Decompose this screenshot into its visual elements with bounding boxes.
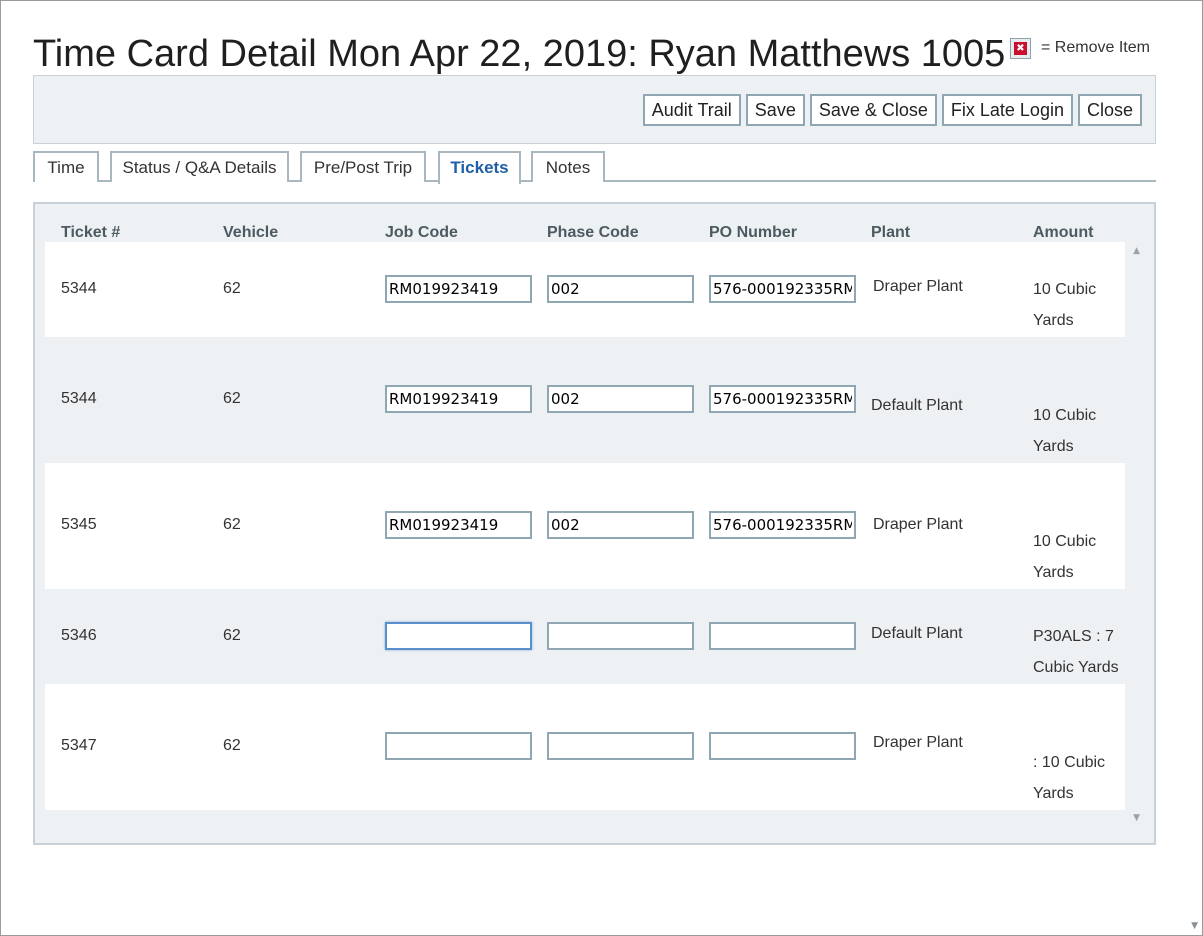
po-number-input[interactable]: [709, 275, 856, 303]
po-number-input[interactable]: [709, 385, 856, 413]
column-header-vehicle: Vehicle: [223, 224, 279, 241]
vehicle-number: 62: [223, 627, 241, 644]
plant-name: Default Plant: [871, 397, 963, 414]
phase-code-input[interactable]: [547, 732, 694, 760]
po-number-input[interactable]: [709, 511, 856, 539]
po-number-input[interactable]: [709, 732, 856, 760]
page-title: Time Card Detail Mon Apr 22, 2019: Ryan …: [33, 33, 1006, 75]
ticket-number: 5344: [61, 390, 97, 407]
phase-code-input[interactable]: [547, 385, 694, 413]
tickets-panel: Ticket # Vehicle Job Code Phase Code PO …: [33, 202, 1156, 845]
phase-code-input[interactable]: [547, 275, 694, 303]
fix-late-login-button[interactable]: Fix Late Login: [941, 94, 1073, 126]
scroll-down-arrow-icon[interactable]: ▼: [1133, 813, 1140, 823]
plant-name: Draper Plant: [873, 516, 963, 533]
amount-value: 10 Cubic Yards: [1033, 533, 1097, 581]
phase-code-input[interactable]: [547, 511, 694, 539]
column-header-amount: Amount: [1033, 224, 1094, 241]
ticket-number: 5347: [61, 737, 97, 754]
tickets-list: 5344 62 Draper Plant 10 Cubic Yards 5344…: [45, 242, 1125, 811]
save-button[interactable]: Save: [745, 94, 805, 126]
amount-value: 10 Cubic Yards: [1033, 281, 1097, 329]
amount-value: P30ALS : 7 Cubic Yards: [1033, 628, 1119, 676]
tab-pre-post-trip[interactable]: Pre/Post Trip: [300, 151, 426, 182]
column-header-po-number: PO Number: [709, 224, 798, 241]
toolbar: Audit Trail Save Save & Close Fix Late L…: [33, 75, 1156, 144]
job-code-input[interactable]: [385, 511, 532, 539]
column-header-plant: Plant: [871, 224, 911, 241]
table-row: 5346 62 Default Plant P30ALS : 7 Cubic Y…: [45, 589, 1125, 684]
job-code-input[interactable]: [385, 275, 532, 303]
amount-value: 10 Cubic Yards: [1033, 407, 1097, 455]
plant-name: Draper Plant: [873, 734, 963, 751]
job-code-input[interactable]: [385, 622, 532, 650]
remove-item-legend: ✖ = Remove Item: [1010, 37, 1150, 59]
legend-text: = Remove Item: [1041, 39, 1150, 56]
vehicle-number: 62: [223, 280, 241, 297]
window-scroll-down-icon[interactable]: ▼: [1191, 921, 1198, 931]
tab-time[interactable]: Time: [33, 151, 99, 182]
remove-item-icon: ✖: [1010, 37, 1031, 59]
table-row: 5345 62 Draper Plant 10 Cubic Yards: [45, 463, 1125, 589]
tab-notes[interactable]: Notes: [531, 151, 605, 182]
audit-trail-button[interactable]: Audit Trail: [642, 94, 741, 126]
plant-name: Draper Plant: [873, 278, 963, 295]
amount-value: : 10 Cubic Yards: [1033, 754, 1106, 802]
tab-tickets[interactable]: Tickets: [438, 151, 521, 184]
scroll-up-arrow-icon[interactable]: ▲: [1133, 246, 1140, 256]
job-code-input[interactable]: [385, 385, 532, 413]
column-header-job-code: Job Code: [385, 224, 458, 241]
time-card-dialog: Time Card Detail Mon Apr 22, 2019: Ryan …: [0, 0, 1203, 936]
job-code-input[interactable]: [385, 732, 532, 760]
tab-status-qa-details[interactable]: Status / Q&A Details: [110, 151, 289, 182]
table-row: 5344 62 Draper Plant 10 Cubic Yards: [45, 242, 1125, 337]
vehicle-number: 62: [223, 390, 241, 407]
vehicle-number: 62: [223, 737, 241, 754]
ticket-number: 5344: [61, 280, 97, 297]
plant-name: Default Plant: [871, 625, 963, 642]
phase-code-input[interactable]: [547, 622, 694, 650]
ticket-number: 5345: [61, 516, 97, 533]
ticket-number: 5346: [61, 627, 97, 644]
table-row: 5347 62 Draper Plant : 10 Cubic Yards: [45, 684, 1125, 810]
po-number-input[interactable]: [709, 622, 856, 650]
tab-bar: Time Status / Q&A Details Pre/Post Trip …: [33, 151, 1156, 184]
column-header-phase-code: Phase Code: [547, 224, 639, 241]
vehicle-number: 62: [223, 516, 241, 533]
table-row: 5344 62 Default Plant 10 Cubic Yards: [45, 337, 1125, 463]
column-header-ticket: Ticket #: [61, 224, 121, 241]
save-and-close-button[interactable]: Save & Close: [809, 94, 937, 126]
close-button[interactable]: Close: [1077, 94, 1142, 126]
